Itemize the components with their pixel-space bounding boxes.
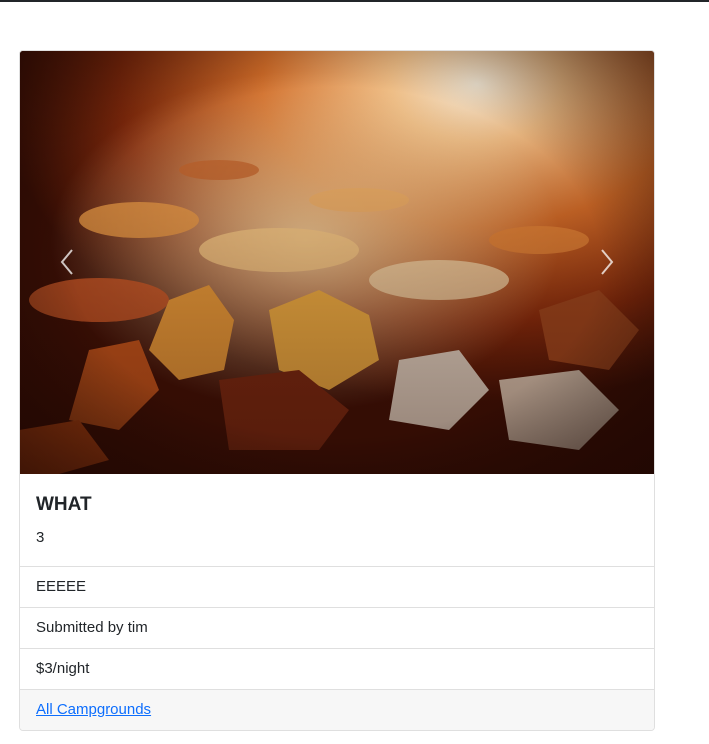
card-body: WHAT 3 [20,474,654,567]
carousel-next-button[interactable] [559,51,654,474]
chevron-left-icon [60,249,73,275]
campground-description: 3 [36,529,45,546]
campground-author: Submitted by tim [20,608,654,649]
image-carousel [20,51,654,474]
campground-location: EEEEE [20,567,654,608]
campground-card: WHAT 3 EEEEE Submitted by tim $3/night A… [19,50,655,731]
top-divider [0,0,709,2]
campground-price: $3/night [20,649,654,690]
chevron-right-icon [601,249,614,275]
carousel-prev-button[interactable] [20,51,115,474]
campground-title: WHAT [36,494,92,515]
all-campgrounds-link[interactable]: All Campgrounds [36,701,151,718]
card-footer: All Campgrounds [20,690,654,730]
